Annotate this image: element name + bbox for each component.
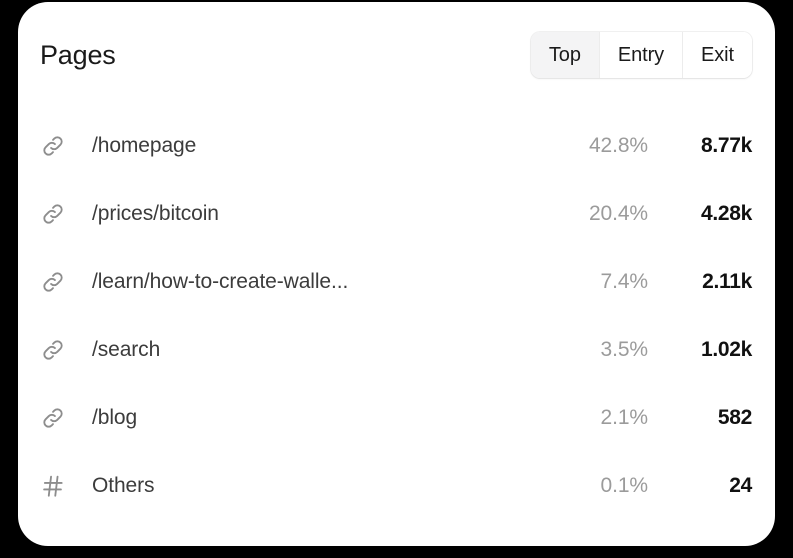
tab-entry-label: Entry — [617, 43, 665, 66]
page-percent: 0.1% — [600, 474, 649, 497]
page-path: Others — [92, 474, 155, 497]
link-icon — [40, 199, 72, 229]
pages-list: /homepage 42.8% 8.77k /prices/bitcoin 20… — [18, 112, 775, 520]
tab-exit-label: Exit — [701, 43, 734, 66]
tab-exit[interactable]: Exit — [682, 32, 752, 78]
link-icon — [40, 131, 72, 161]
tab-entry[interactable]: Entry — [598, 32, 683, 78]
tab-top-label: Top — [548, 43, 581, 66]
page-count: 24 — [729, 474, 752, 497]
pages-card: Pages Top Entry Exit /homepage 42.8% 8.7… — [18, 2, 775, 546]
page-count: 4.28k — [700, 202, 752, 225]
table-row[interactable]: /blog 2.1% 582 — [18, 384, 775, 452]
page-path: /blog — [92, 406, 138, 429]
hash-icon — [40, 471, 72, 501]
page-count: 1.02k — [700, 338, 752, 361]
page-percent: 3.5% — [600, 338, 649, 361]
page-percent: 2.1% — [600, 406, 649, 429]
page-path: /prices/bitcoin — [92, 202, 219, 225]
page-percent: 42.8% — [588, 134, 648, 157]
table-row[interactable]: Others 0.1% 24 — [18, 452, 775, 520]
page-title: Pages — [40, 40, 116, 70]
tab-top[interactable]: Top — [530, 32, 599, 78]
link-icon — [40, 403, 72, 433]
page-count: 2.11k — [702, 270, 752, 293]
page-count: 8.77k — [700, 134, 752, 157]
table-row[interactable]: /homepage 42.8% 8.77k — [18, 112, 775, 180]
card-header: Pages Top Entry Exit — [18, 2, 775, 110]
page-percent: 20.4% — [588, 202, 648, 225]
link-icon — [40, 267, 72, 297]
table-row[interactable]: /learn/how-to-create-walle... 7.4% 2.11k — [18, 248, 775, 316]
link-icon — [40, 335, 72, 365]
page-path: /learn/how-to-create-walle... — [92, 270, 349, 293]
page-count: 582 — [717, 406, 752, 429]
page-percent: 7.4% — [600, 270, 649, 293]
page-path: /homepage — [92, 134, 197, 157]
pages-mode-segmented-control[interactable]: Top Entry Exit — [530, 32, 752, 78]
page-path: /search — [92, 338, 161, 361]
table-row[interactable]: /prices/bitcoin 20.4% 4.28k — [18, 180, 775, 248]
table-row[interactable]: /search 3.5% 1.02k — [18, 316, 775, 384]
